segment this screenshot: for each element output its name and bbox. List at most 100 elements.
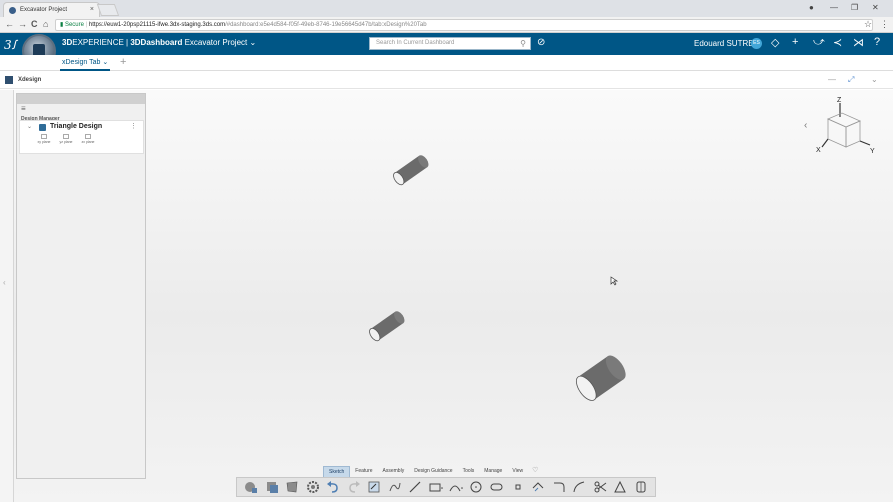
cylinder-large[interactable]: [565, 345, 637, 411]
url-host: https://euw1-20psp21115-ifwe.3dx-staging…: [88, 22, 226, 28]
plane-icon: [85, 134, 91, 139]
cylinder-small-1[interactable]: [386, 150, 436, 190]
tab-design-guidance[interactable]: Design Guidance: [409, 466, 457, 477]
layers-icon[interactable]: [265, 480, 279, 494]
tab-view[interactable]: View: [507, 466, 528, 477]
star-icon[interactable]: ☆: [864, 19, 872, 30]
dashboard-tab-strip: xDesign Tab ⌄ +: [0, 55, 893, 71]
reload-icon[interactable]: C: [31, 19, 38, 29]
trim-icon[interactable]: [593, 480, 607, 494]
address-bar-row: ← → C ⌂ ▮ Secure | https://euw1-20psp211…: [0, 17, 893, 33]
plane-icon: [63, 134, 69, 139]
corner-icon[interactable]: [572, 480, 586, 494]
axis-x-label: X: [816, 147, 821, 154]
search-input[interactable]: Search In Current Dashboard ⚲: [369, 37, 531, 50]
fillet-icon[interactable]: [552, 480, 566, 494]
3ds-logo-icon[interactable]: 3ꭍ: [4, 36, 16, 53]
part-icon[interactable]: [244, 480, 258, 494]
arc-icon[interactable]: [449, 480, 464, 494]
triangle-icon[interactable]: [613, 480, 627, 494]
circle-icon[interactable]: [470, 480, 484, 494]
secure-label: Secure: [64, 22, 84, 28]
tab-assembly[interactable]: Assembly: [378, 466, 410, 477]
plane-yz[interactable]: yz plane: [56, 134, 76, 144]
chevron-down-icon[interactable]: ⌄: [27, 123, 32, 130]
chevron-left-icon[interactable]: ‹: [3, 278, 6, 287]
title-app-name: 3DDashboard: [130, 38, 183, 47]
new-tab-button[interactable]: [96, 4, 120, 16]
close-window-button[interactable]: ✕: [872, 3, 879, 12]
tab-xdesign[interactable]: xDesign Tab ⌄: [62, 58, 108, 66]
spline-icon[interactable]: [388, 480, 402, 494]
expand-panel-icon[interactable]: ⤢: [848, 75, 854, 85]
gear-icon[interactable]: [306, 480, 320, 494]
forward-icon[interactable]: →: [18, 19, 27, 29]
action-bar-tabs: Sketch Feature Assembly Design Guidance …: [323, 466, 542, 477]
undo-icon[interactable]: [326, 480, 340, 494]
left-collapse-strip[interactable]: ‹: [0, 90, 14, 502]
tab-sketch[interactable]: Sketch: [323, 466, 351, 477]
app-panel-header: Xdesign — ⤢ ⌄: [0, 72, 893, 89]
previous-view-icon[interactable]: ‹: [804, 120, 807, 131]
minimize-panel-button[interactable]: —: [828, 75, 836, 84]
active-tab-indicator: [60, 69, 110, 71]
redo-icon[interactable]: [347, 480, 361, 494]
tab-manage[interactable]: Manage: [479, 466, 507, 477]
plane-label: xy plane: [37, 140, 51, 144]
search-placeholder: Search In Current Dashboard: [376, 40, 455, 46]
search-icon[interactable]: ⚲: [520, 38, 526, 49]
browser-tab-bar: Excavator Project × ● — ❐ ✕: [0, 0, 893, 17]
plane-label: zx plane: [81, 140, 95, 144]
notification-icon[interactable]: ◇: [771, 36, 779, 49]
tools-icon[interactable]: ⋊: [853, 36, 864, 49]
slot-icon[interactable]: [490, 480, 504, 494]
url-input[interactable]: ▮ Secure | https://euw1-20psp21115-ifwe.…: [55, 19, 873, 31]
3d-viewport[interactable]: ‹ ≡ Design Manager ⌄ Triangle Design ⋮ x…: [0, 90, 893, 502]
extrude-icon[interactable]: [634, 480, 648, 494]
title-project-name: Excavator Project ⌄: [182, 38, 257, 47]
action-bar: [236, 477, 656, 497]
panel-menu-icon[interactable]: ⌄: [871, 75, 878, 84]
tab-close-icon[interactable]: ×: [90, 6, 94, 13]
tag-icon[interactable]: ⊘: [537, 37, 545, 48]
tab-tools[interactable]: Tools: [458, 466, 480, 477]
cylinder-small-2[interactable]: [362, 306, 412, 346]
shape-icon[interactable]: [285, 480, 299, 494]
home-icon[interactable]: ⌂: [43, 19, 48, 29]
browser-menu-icon[interactable]: ⋮: [880, 19, 889, 30]
url-path: /#dashboard:e5e4d584-f05f-49eb-8746-19e5…: [225, 22, 427, 28]
action-bar-more-icon[interactable]: ♡: [528, 466, 542, 477]
help-icon[interactable]: ?: [874, 36, 880, 48]
share-icon[interactable]: ⤻: [813, 36, 825, 49]
browser-tab[interactable]: Excavator Project ×: [3, 2, 100, 17]
design-manager-header: [17, 94, 145, 104]
add-icon[interactable]: +: [792, 36, 798, 48]
point-icon[interactable]: [511, 480, 525, 494]
tree-icon[interactable]: ≡: [17, 104, 145, 116]
add-tab-button[interactable]: +: [120, 56, 126, 68]
orientation-cube[interactable]: Z X Y: [812, 95, 878, 155]
sketch-icon[interactable]: [367, 480, 381, 494]
title-mid: EXPERIENCE |: [72, 38, 131, 47]
communicate-icon[interactable]: ≺: [833, 36, 842, 49]
user-name[interactable]: Edouard SUTRE: [694, 39, 754, 48]
xdesign-app-icon: [5, 76, 13, 84]
minimize-window-button[interactable]: —: [830, 3, 838, 12]
maximize-window-button[interactable]: ❐: [851, 3, 858, 12]
line-icon[interactable]: [408, 480, 422, 494]
design-tree-item[interactable]: ⌄ Triangle Design ⋮ xy plane yz plane zx…: [19, 120, 144, 154]
more-options-icon[interactable]: ⋮: [130, 122, 137, 130]
plane-xy[interactable]: xy plane: [34, 134, 54, 144]
app-header: 3ꭍ 3DEXPERIENCE | 3DDashboard Excavator …: [0, 33, 893, 55]
rectangle-icon[interactable]: [429, 480, 443, 494]
design-icon: [39, 124, 46, 131]
avatar[interactable]: ES: [751, 38, 762, 49]
account-icon[interactable]: ●: [809, 3, 814, 12]
plane-zx[interactable]: zx plane: [78, 134, 98, 144]
plane-icon: [41, 134, 47, 139]
back-icon[interactable]: ←: [5, 19, 14, 29]
offset-icon[interactable]: [531, 480, 545, 494]
app-title[interactable]: 3DEXPERIENCE | 3DDashboard Excavator Pro…: [62, 38, 256, 47]
browser-tab-title: Excavator Project: [20, 7, 68, 13]
tab-feature[interactable]: Feature: [350, 466, 377, 477]
